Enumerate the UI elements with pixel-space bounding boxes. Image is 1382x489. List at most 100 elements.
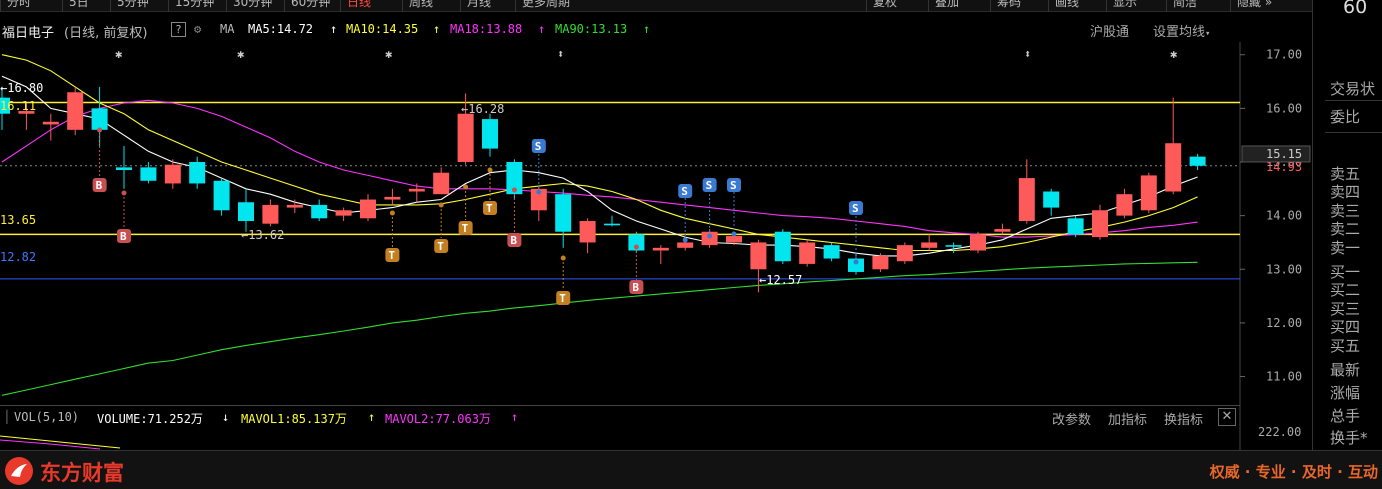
marker-dot — [853, 259, 859, 265]
add-indicator-button[interactable]: 加指标 — [1108, 409, 1147, 428]
marker-b: B — [120, 230, 127, 243]
label-low-12.57: ←12.57 — [759, 273, 802, 287]
candle-body — [677, 242, 694, 248]
quote-label-3: 卖四 — [1330, 183, 1361, 201]
marker-dot — [487, 167, 493, 173]
candle-body — [1189, 156, 1206, 166]
candle-body — [42, 121, 59, 125]
label-high-16.80: ←16.80 — [0, 81, 43, 95]
candle-body — [1092, 210, 1108, 238]
volume-arrow-icon: ↓ — [222, 410, 230, 424]
price-tick: 11.00 — [1266, 370, 1302, 384]
marker-dot — [438, 202, 444, 208]
candle-body — [1067, 218, 1084, 235]
collapse-icon[interactable]: ▕ — [0, 410, 7, 424]
brand-name: 东方财富 — [40, 461, 124, 485]
vol-label[interactable]: VOL(5,10) — [14, 410, 79, 424]
candle-body — [750, 242, 767, 270]
candle-body — [872, 255, 889, 270]
marker-s: S — [681, 185, 688, 198]
marker-s: S — [852, 202, 859, 215]
footer-bar: 东方财富 权威 · 专业 · 及时 · 互动 — [0, 450, 1382, 489]
candle-body — [994, 229, 1011, 232]
marker-s: S — [535, 140, 542, 153]
candle-body — [140, 167, 157, 181]
mavol2-value: MAVOL2:77.063万 — [385, 412, 491, 426]
volume-value: VOLUME:71.252万 — [97, 412, 203, 426]
candle-body — [1140, 175, 1157, 211]
marker-dot — [731, 231, 737, 237]
candle-body — [921, 242, 938, 248]
quote-divider — [1325, 132, 1382, 133]
quote-label-1: 委比 — [1330, 108, 1361, 126]
label-13.65: 13.65 — [0, 213, 36, 227]
candle-body — [799, 242, 816, 264]
marker-s: S — [706, 179, 713, 192]
quote-label-11: 买五 — [1330, 337, 1361, 355]
candle-body — [286, 204, 303, 208]
quote-label-13: 涨幅 — [1330, 384, 1361, 402]
kline-chart[interactable]: 17.0016.0015.0014.0013.0012.0011.00222.0… — [0, 0, 1312, 450]
marker-dot — [121, 190, 127, 196]
event-star-icon: ✱ — [1170, 47, 1177, 61]
candle-body — [360, 199, 376, 219]
candle-body — [116, 167, 132, 171]
ma18-line — [1, 99, 1198, 238]
marker-dot — [633, 244, 639, 250]
marker-t: T — [462, 222, 469, 235]
candle-body — [67, 92, 84, 130]
brand-logo — [5, 457, 33, 485]
quote-label-5: 卖二 — [1330, 220, 1361, 238]
quote-panel: 60 交易状 委比 卖五 卖四 卖三 卖二 卖一 买一 买二 买三 买四 买五 最新 涨幅 总手 换手* — [1312, 0, 1382, 489]
candle-body — [238, 202, 254, 221]
marker-b: B — [632, 281, 639, 294]
candle-body — [213, 180, 230, 211]
marker-dot — [536, 189, 542, 195]
candle-body — [311, 204, 328, 219]
candle-body — [604, 223, 620, 226]
candle-body — [970, 234, 986, 251]
marker-t: T — [559, 292, 566, 305]
marker-dot — [389, 210, 395, 216]
candle-body — [189, 162, 206, 184]
quote-label-8: 买二 — [1330, 281, 1361, 299]
candle-body — [774, 231, 791, 262]
candle-body — [579, 221, 596, 243]
quote-label-6: 卖一 — [1330, 239, 1361, 257]
label-12.82: 12.82 — [0, 250, 36, 264]
marker-dot — [560, 255, 566, 261]
candle-body — [482, 119, 498, 149]
marker-b: B — [510, 234, 517, 247]
candle-body — [433, 172, 450, 195]
switch-indicator-button[interactable]: 换指标 — [1164, 409, 1203, 428]
candle-body — [164, 164, 181, 184]
marker-b: B — [96, 179, 103, 192]
marker-dot — [97, 127, 103, 133]
candle-body — [1043, 191, 1060, 208]
candle-body — [457, 113, 474, 162]
vol-tick: 222.00 — [1258, 425, 1301, 439]
label-low-13.62: ←13.62 — [241, 228, 284, 242]
quote-label-0: 交易状 — [1330, 80, 1376, 98]
change-params-button[interactable]: 改参数 — [1052, 409, 1091, 428]
price-tick: 13.00 — [1266, 262, 1302, 276]
candle-body — [335, 210, 352, 216]
marker-t: T — [486, 202, 493, 215]
close-icon[interactable]: ✕ — [1218, 408, 1236, 426]
candle-body — [896, 245, 913, 262]
candle-body — [823, 245, 840, 259]
logo-wing-icon — [11, 464, 27, 477]
candle-body — [726, 236, 742, 243]
event-diamond-icon: ⬍ — [1024, 47, 1031, 61]
candle-body — [1018, 178, 1035, 221]
price-tick: 14.00 — [1266, 209, 1302, 223]
marker-t: T — [437, 240, 444, 253]
event-star-icon: ✱ — [385, 47, 392, 61]
candle-body — [1165, 143, 1182, 192]
event-star-icon: ✱ — [115, 47, 122, 61]
candle-body — [408, 188, 425, 192]
marker-dot — [463, 184, 469, 190]
marker-dot — [682, 237, 688, 243]
ma10-line — [1, 54, 1198, 252]
label-16.11: 16.11 — [0, 99, 36, 113]
